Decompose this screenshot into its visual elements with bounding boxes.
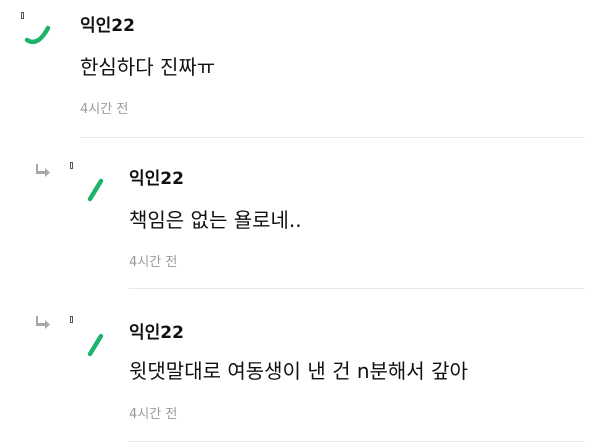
comment-item: 익인22 한심하다 진짜ㅠ 4시간 전 xyxy=(0,0,600,140)
comment-username[interactable]: 익인22 xyxy=(129,318,184,343)
comment-text: 윗댓말대로 여동생이 낸 건 n분해서 갚아 xyxy=(129,359,468,383)
avatar-badge-icon xyxy=(70,162,73,169)
comment-text: 한심하다 진짜ㅠ xyxy=(80,55,216,79)
reply-arrow-icon xyxy=(36,316,50,329)
comment-thread: 익인22 한심하다 진짜ㅠ 4시간 전 익인22 책임은 없는 욜로네.. 4시… xyxy=(0,0,600,444)
avatar-badge-icon xyxy=(70,316,73,323)
reply-item: 익인22 윗댓말대로 여동생이 낸 건 n분해서 갚아 4시간 전 xyxy=(0,290,600,444)
comment-divider xyxy=(80,137,585,138)
comment-divider xyxy=(129,441,585,442)
comment-text: 책임은 없는 욜로네.. xyxy=(129,208,302,232)
avatar-icon[interactable] xyxy=(86,330,106,360)
comment-divider xyxy=(129,288,585,289)
reply-item: 익인22 책임은 없는 욜로네.. 4시간 전 xyxy=(0,140,600,290)
comment-username[interactable]: 익인22 xyxy=(80,11,135,36)
avatar-icon[interactable] xyxy=(86,175,106,205)
reply-arrow-icon xyxy=(36,164,50,177)
comment-timestamp: 4시간 전 xyxy=(129,255,178,270)
comment-timestamp: 4시간 전 xyxy=(80,102,129,117)
comment-timestamp: 4시간 전 xyxy=(129,407,178,422)
avatar-icon[interactable] xyxy=(24,18,56,48)
comment-username[interactable]: 익인22 xyxy=(129,164,184,189)
